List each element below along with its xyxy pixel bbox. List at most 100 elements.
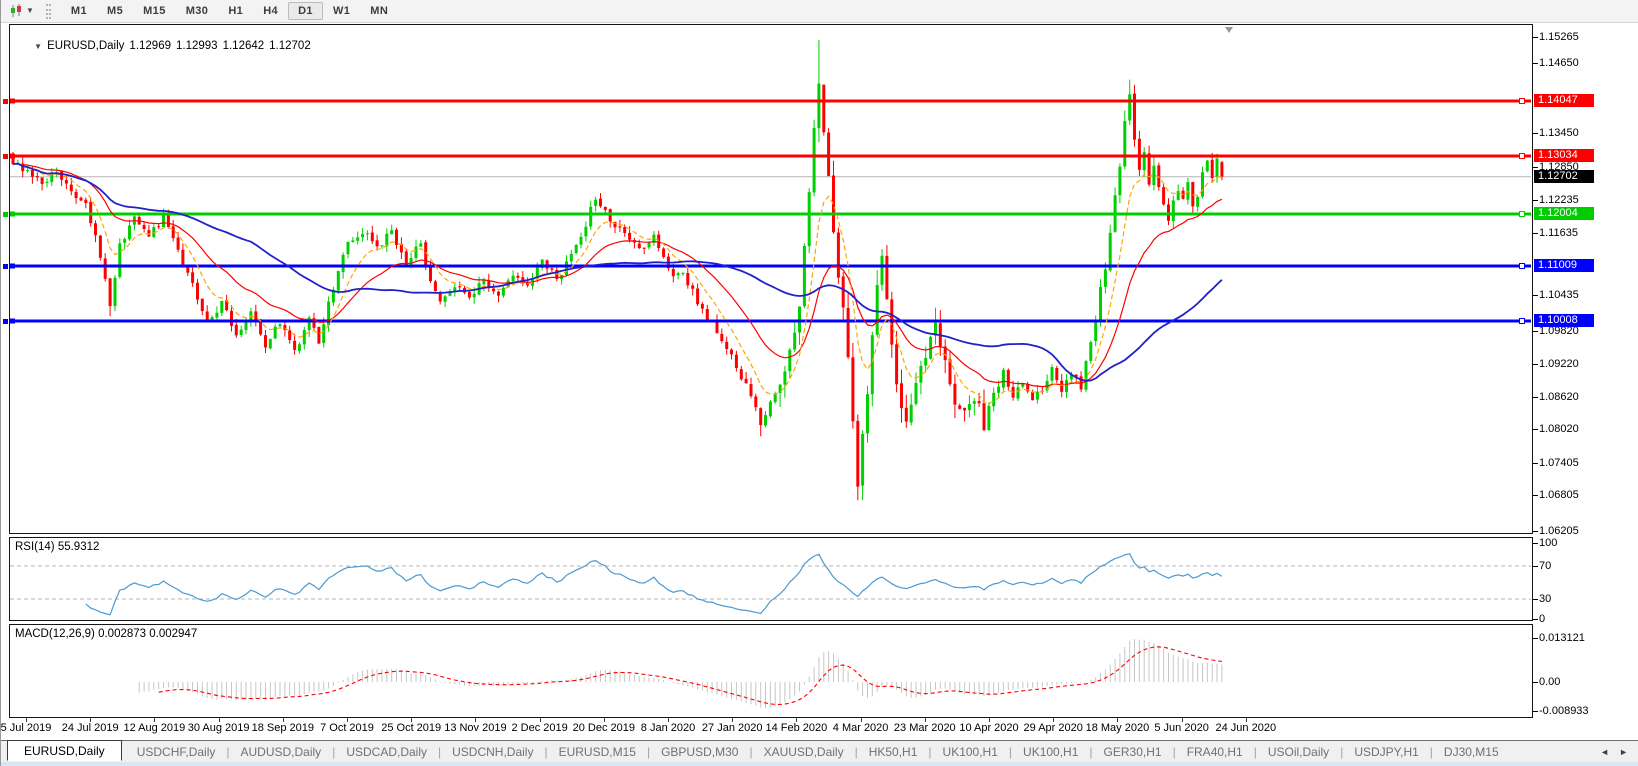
candlestick-chart-canvas: [10, 39, 1531, 501]
timeframe-button-m5[interactable]: M5: [97, 2, 133, 20]
timeframe-button-mn[interactable]: MN: [360, 2, 398, 20]
macd-scale-label-tick: [1533, 710, 1538, 712]
rsi-scale-label-tick: [1533, 542, 1538, 544]
ohlc-open: 1.12969: [129, 40, 171, 52]
trading-terminal-window: ▼ M1 M5 M15 M30 H1 H4 D1 W1 MN ▼ EURUSD,Daily 1.12…: [0, 0, 1638, 766]
tab-fra40-h1[interactable]: FRA40,H1: [1177, 743, 1253, 761]
main-chart-panel[interactable]: ▼ EURUSD,Daily 1.12969 1.12993 1.12642 1.1270…: [9, 24, 1533, 534]
timeframe-button-h4[interactable]: H4: [253, 2, 288, 20]
hline-price-label: 1.10008: [1534, 314, 1594, 327]
price-scale-label: 1.12850: [1539, 161, 1579, 173]
timeframe-button-h1[interactable]: H1: [218, 2, 253, 20]
tab-uk100-h1[interactable]: UK100,H1: [933, 743, 1008, 761]
rsi-scale-label: 100: [1539, 537, 1558, 549]
hline-left-marker: [3, 99, 8, 104]
price-scale-label-tick: [1533, 330, 1538, 332]
current-price-label: 1.12702: [1534, 170, 1594, 183]
price-scale-label: 1.08620: [1539, 391, 1579, 403]
price-scale-label-tick: [1533, 199, 1538, 201]
price-scale-label: 1.15265: [1539, 31, 1579, 43]
date-label: 18 Sep 2019: [251, 722, 314, 734]
price-scale-label: 1.10435: [1539, 289, 1579, 301]
rsi-scale-label: 70: [1539, 560, 1552, 572]
tab-hk50-h1[interactable]: HK50,H1: [859, 743, 928, 761]
tab-eurusd-daily[interactable]: EURUSD,Daily: [7, 740, 122, 761]
hline-price-label: 1.14047: [1534, 94, 1594, 107]
date-label: 12 Aug 2019: [123, 722, 186, 734]
rsi-scale-label: 0: [1539, 613, 1546, 625]
price-scale-label-tick: [1533, 462, 1538, 464]
chart-tab-bar: EURUSD,Daily USDCHF,Daily | AUDUSD,Daily | US…: [1, 740, 1638, 762]
price-scale-label: 1.06205: [1539, 525, 1579, 537]
date-label: 25 Oct 2019: [381, 722, 442, 734]
date-label: 10 Apr 2020: [959, 722, 1019, 734]
tab-eurusd-m15[interactable]: EURUSD,M15: [549, 743, 646, 761]
date-label: 5 Jul 2019: [0, 722, 52, 734]
date-label: 20 Dec 2019: [572, 722, 635, 734]
rsi-scale-label-tick: [1533, 565, 1538, 567]
price-scale-label: 1.11635: [1539, 227, 1578, 239]
date-label: 23 Mar 2020: [893, 722, 956, 734]
date-label: 24 Jun 2020: [1215, 722, 1277, 734]
chart-type-dropdown-caret[interactable]: ▼: [26, 7, 34, 15]
chart-title: ▼ EURUSD,Daily 1.12969 1.12993 1.12642 1.1270…: [15, 28, 311, 64]
hline-price-label: 1.12004: [1534, 207, 1594, 220]
tab-uk100-h1[interactable]: UK100,H1: [1013, 743, 1088, 761]
date-label: 30 Aug 2019: [187, 722, 250, 734]
tab-usdjpy-h1[interactable]: USDJPY,H1: [1344, 743, 1428, 761]
price-scale-label-tick: [1533, 132, 1538, 134]
macd-scale-label: -0.008933: [1539, 705, 1589, 717]
tab-usdchf-daily[interactable]: USDCHF,Daily: [127, 743, 226, 761]
price-scale-label-tick: [1533, 166, 1538, 168]
hline-left-marker: [3, 212, 8, 217]
hline-left-marker: [3, 264, 8, 269]
price-scale-label-tick: [1533, 428, 1538, 430]
macd-scale-label: 0.00: [1539, 676, 1561, 688]
price-scale-label: 1.12235: [1539, 194, 1579, 206]
price-scale-label: 1.13450: [1539, 127, 1579, 139]
date-label: 14 Feb 2020: [765, 722, 828, 734]
price-scale-label: 1.14650: [1539, 57, 1579, 69]
date-label: 7 Oct 2019: [320, 722, 374, 734]
price-scale-label-tick: [1533, 36, 1538, 38]
date-label: 24 Jul 2019: [61, 722, 119, 734]
tab-gbpusd-m30[interactable]: GBPUSD,M30: [651, 743, 748, 761]
price-scale-label: 1.07405: [1539, 457, 1579, 469]
chart-type-button[interactable]: ▼: [6, 3, 37, 19]
chart-shift-marker[interactable]: [1225, 27, 1233, 33]
tab-ger30-h1[interactable]: GER30,H1: [1094, 743, 1172, 761]
timeframe-button-d1[interactable]: D1: [288, 2, 323, 20]
tab-audusd-daily[interactable]: AUDUSD,Daily: [231, 743, 332, 761]
timeframe-buttons: M1 M5 M15 M30 H1 H4 D1 W1 MN: [61, 2, 398, 20]
hline-left-marker: [3, 154, 8, 159]
timeframe-button-m15[interactable]: M15: [133, 2, 176, 20]
price-scale-label-tick: [1533, 363, 1538, 365]
tab-dj30-m15[interactable]: DJ30,M15: [1434, 743, 1509, 761]
symbol-name: EURUSD,Daily: [47, 40, 125, 52]
tab-xauusd-daily[interactable]: XAUUSD,Daily: [754, 743, 854, 761]
timeframe-button-w1[interactable]: W1: [323, 2, 360, 20]
toolbar-grip[interactable]: [45, 3, 51, 19]
tab-usoil-daily[interactable]: USOil,Daily: [1258, 743, 1339, 761]
timeframe-button-m1[interactable]: M1: [61, 2, 97, 20]
macd-scale-label: 0.013121: [1539, 632, 1585, 644]
price-scale-label: 1.06805: [1539, 489, 1579, 501]
tab-scroll-right-icon[interactable]: ►: [1619, 747, 1628, 757]
chart-tabs: EURUSD,Daily USDCHF,Daily | AUDUSD,Daily | US…: [5, 740, 1509, 762]
tab-usdcnh-daily[interactable]: USDCNH,Daily: [442, 743, 543, 761]
tab-usdcad-daily[interactable]: USDCAD,Daily: [336, 743, 437, 761]
rsi-indicator-panel[interactable]: RSI(14) 55.9312: [9, 537, 1533, 621]
tab-scroll-left-icon[interactable]: ◄: [1600, 747, 1609, 757]
tab-scroll-buttons: ◄ ►: [1600, 741, 1628, 763]
timeframe-button-m30[interactable]: M30: [176, 2, 219, 20]
price-scale-label: 1.09820: [1539, 325, 1579, 337]
time-axis: 5 Jul 2019 24 Jul 2019 12 Aug 2019 30 Aug 2…: [1, 717, 1533, 738]
macd-indicator-panel[interactable]: MACD(12,26,9) 0.002873 0.002947: [9, 624, 1533, 718]
rsi-label: RSI(14) 55.9312: [15, 541, 100, 553]
collapse-caret-icon[interactable]: ▼: [34, 42, 42, 51]
ohlc-close: 1.12702: [269, 40, 311, 52]
price-scale-label-tick: [1533, 396, 1538, 398]
rsi-scale-label-tick: [1533, 598, 1538, 600]
toolbar: ▼ M1 M5 M15 M30 H1 H4 D1 W1 MN: [1, 0, 1638, 23]
macd-chart-canvas: [138, 639, 1223, 709]
